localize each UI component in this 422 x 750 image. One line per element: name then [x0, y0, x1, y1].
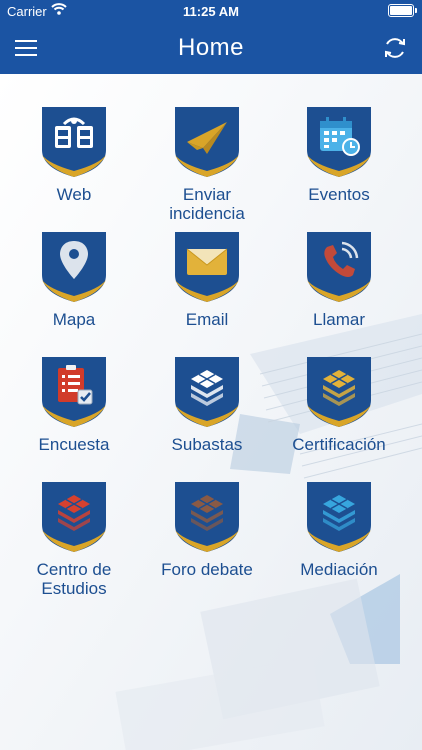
battery-icon — [388, 4, 417, 17]
tile-encuesta[interactable]: Encuesta — [4, 356, 144, 454]
calendar-clock-icon — [320, 117, 360, 156]
survey-checklist-icon — [58, 365, 93, 405]
tile-badge — [174, 231, 240, 303]
tile-label: Email — [185, 310, 229, 329]
status-time: 11:25 AM — [183, 4, 239, 19]
app-header: Carrier 11:25 AM Home — [0, 0, 422, 74]
tile-label: Encuesta — [38, 435, 110, 454]
page-title: Home — [177, 34, 245, 61]
tile-mapa[interactable]: Mapa — [4, 231, 144, 329]
tile-label: Foro debate — [161, 560, 253, 579]
tile-label: Certificación — [292, 435, 386, 454]
refresh-icon[interactable] — [382, 35, 408, 61]
tile-badge — [41, 106, 107, 178]
phone-icon — [324, 241, 359, 277]
tile-badge — [306, 106, 372, 178]
tile-enviar-incidencia[interactable]: Enviar incidencia — [137, 106, 277, 223]
tile-badge — [306, 231, 372, 303]
tile-certificacion[interactable]: Certificación — [269, 356, 409, 454]
envelope-icon — [186, 248, 228, 275]
paper-plane-icon — [187, 122, 227, 154]
tile-label: Llamar — [313, 310, 365, 329]
tile-web[interactable]: Web — [4, 106, 144, 204]
tile-foro-debate[interactable]: Foro debate — [137, 481, 277, 579]
stacked-layers-icon — [323, 495, 355, 531]
tile-llamar[interactable]: Llamar — [269, 231, 409, 329]
tile-label: Mapa — [52, 310, 96, 329]
stacked-layers-icon — [323, 370, 355, 406]
map-pin-icon — [60, 241, 88, 279]
status-bar: Carrier 11:25 AM — [0, 0, 422, 22]
tile-eventos[interactable]: Eventos — [269, 106, 409, 204]
tile-email[interactable]: Email — [137, 231, 277, 329]
tile-badge — [41, 231, 107, 303]
tile-badge — [41, 481, 107, 553]
stacked-layers-icon — [191, 495, 223, 531]
tile-badge — [306, 481, 372, 553]
tile-mediacion[interactable]: Mediación — [269, 481, 409, 579]
tile-badge — [174, 481, 240, 553]
coat-of-arms-icon — [55, 117, 93, 148]
tile-subastas[interactable]: Subastas — [137, 356, 277, 454]
stacked-layers-icon — [58, 495, 90, 531]
tile-label: Centro de Estudios — [36, 560, 112, 598]
tile-label: Subastas — [171, 435, 243, 454]
tile-label: Enviar incidencia — [169, 185, 245, 223]
tile-centro-de-estudios[interactable]: Centro de Estudios — [4, 481, 144, 598]
tile-badge — [306, 356, 372, 428]
nav-bar: Home — [0, 22, 422, 74]
tile-badge — [174, 356, 240, 428]
tile-badge — [174, 106, 240, 178]
tile-badge — [41, 356, 107, 428]
tile-label: Mediación — [300, 560, 378, 579]
tile-label: Web — [56, 185, 92, 204]
stacked-layers-icon — [191, 370, 223, 406]
home-grid: Web Enviar incidencia Eventos Mapa Email… — [0, 74, 422, 750]
tile-label: Eventos — [308, 185, 370, 204]
